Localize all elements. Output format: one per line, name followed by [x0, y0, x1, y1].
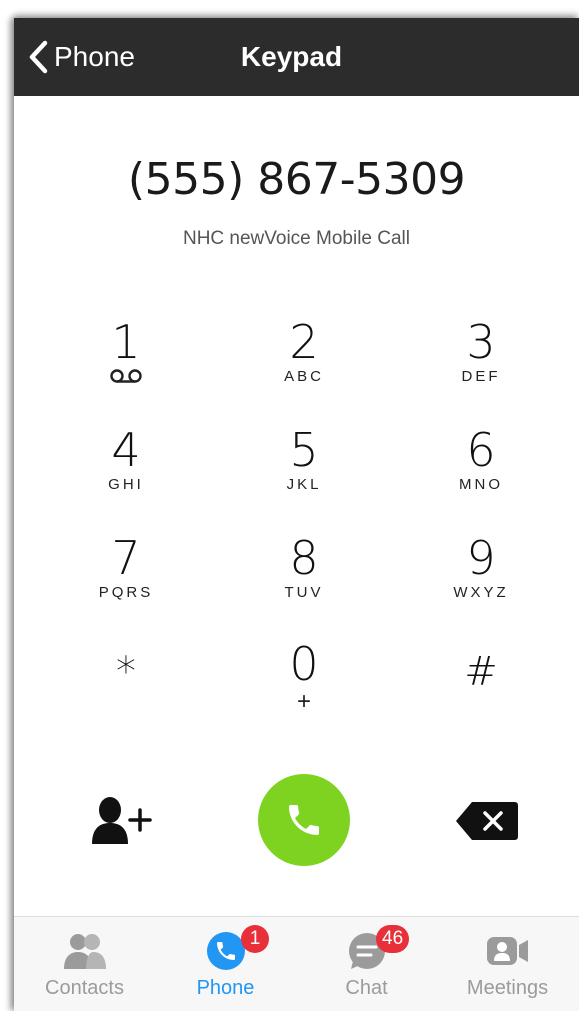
dialed-number: (555) 867-5309	[127, 154, 466, 205]
key-digit: 3	[466, 315, 496, 369]
tab-label: Chat	[345, 977, 388, 999]
key-hash[interactable]: #	[416, 640, 546, 730]
header-bar: Phone Keypad	[14, 18, 579, 96]
key-letters: JKL	[286, 476, 322, 493]
key-letters: MNO	[459, 476, 503, 493]
key-digit: 0	[289, 637, 319, 691]
key-1[interactable]: 1	[61, 318, 191, 408]
add-contact-button[interactable]	[90, 796, 160, 846]
key-letters: PQRS	[98, 584, 154, 601]
backspace-icon	[456, 802, 518, 840]
chat-badge: 46	[376, 925, 410, 953]
key-letters: TUV	[284, 584, 324, 601]
tab-label: Meetings	[466, 977, 549, 999]
tab-chat[interactable]: 46 Chat	[296, 917, 437, 1011]
phone-badge: 1	[241, 925, 269, 953]
phone-icon	[289, 805, 319, 835]
key-digit: #	[464, 649, 498, 695]
key-digit: 1	[111, 315, 141, 369]
key-digit: 5	[289, 423, 319, 477]
key-letters: WXYZ	[453, 584, 509, 601]
tab-bar: Contacts 1 Phone 46 Chat Meetings	[14, 916, 579, 1011]
tab-meetings[interactable]: Meetings	[437, 917, 578, 1011]
key-letters: ABC	[284, 368, 324, 385]
key-digit: 9	[466, 531, 496, 585]
tab-contacts[interactable]: Contacts	[14, 917, 155, 1011]
key-digit: 6	[466, 423, 496, 477]
call-button[interactable]	[258, 774, 350, 866]
key-3[interactable]: 3 DEF	[416, 318, 546, 408]
key-8[interactable]: 8 TUV	[239, 534, 369, 624]
key-digit: 8	[289, 531, 319, 585]
key-star[interactable]: *	[61, 640, 191, 730]
key-4[interactable]: 4 GHI	[61, 426, 191, 516]
call-type-label: NHC newVoice Mobile Call	[182, 228, 411, 249]
key-letters: GHI	[108, 476, 144, 493]
tab-label: Contacts	[45, 977, 124, 999]
key-digit: 7	[111, 531, 141, 585]
tab-phone[interactable]: 1 Phone	[155, 917, 296, 1011]
phone-icon	[206, 932, 245, 970]
key-2[interactable]: 2 ABC	[239, 318, 369, 408]
key-digit: 2	[289, 315, 319, 369]
key-letters: +	[296, 688, 311, 715]
video-icon	[486, 937, 528, 965]
page-title: Keypad	[240, 41, 343, 72]
key-7[interactable]: 7 PQRS	[61, 534, 191, 624]
key-0[interactable]: 0 +	[239, 640, 369, 730]
backspace-button[interactable]	[454, 800, 520, 842]
add-contact-icon	[92, 797, 152, 844]
key-6[interactable]: 6 MNO	[416, 426, 546, 516]
key-5[interactable]: 5 JKL	[239, 426, 369, 516]
tab-label: Phone	[196, 977, 255, 999]
phone-screen: Phone Keypad (555) 867-5309 NHC newVoice…	[14, 18, 579, 1011]
key-letters: DEF	[461, 368, 501, 385]
key-digit: 4	[111, 423, 141, 477]
key-9[interactable]: 9 WXYZ	[416, 534, 546, 624]
key-digit: *	[116, 649, 136, 695]
voicemail-icon	[110, 369, 142, 383]
contacts-icon	[63, 934, 106, 969]
